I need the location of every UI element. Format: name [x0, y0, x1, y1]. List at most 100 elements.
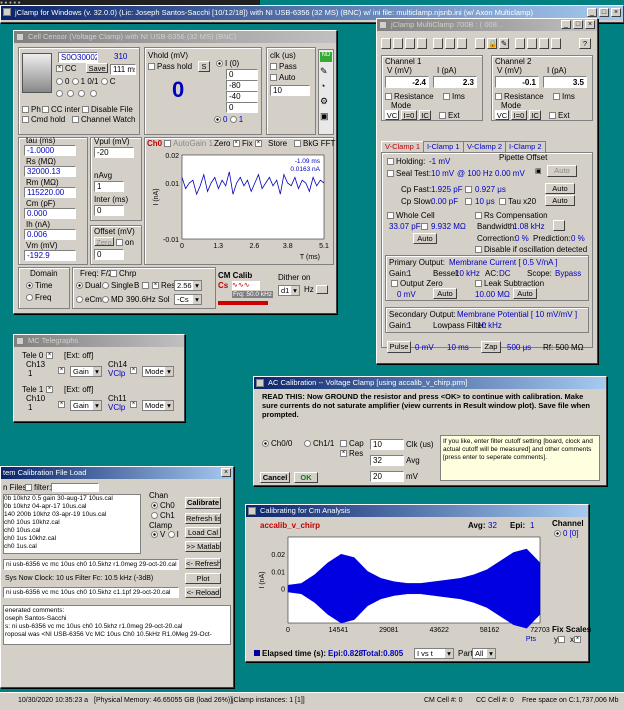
channel-watch-checkbox[interactable]: Channel Watch	[72, 115, 135, 124]
zap-button[interactable]: Zap	[481, 341, 501, 353]
sys-close-button[interactable]: ×	[221, 468, 231, 477]
tele0-checkbox[interactable]: ×	[46, 351, 55, 360]
radio-row-top[interactable]: 0 1 0/1 C	[56, 77, 115, 86]
note-box[interactable]: If you like, enter filter cutoff setting…	[440, 435, 600, 481]
s-button[interactable]: S	[198, 61, 210, 72]
cc-inter-checkbox[interactable]: CC inter	[42, 105, 80, 114]
md-radio[interactable]: MD	[102, 295, 123, 304]
i-opt-1[interactable]: -80	[226, 80, 258, 91]
file-list-item[interactable]: ch0 10us 10khz.cal	[4, 519, 140, 527]
i-opt-2[interactable]: -40	[226, 91, 258, 102]
output-zero-auto-button[interactable]: Auto	[433, 288, 457, 299]
microscope-icon[interactable]: ⚙	[320, 96, 328, 107]
ch2-ic-button[interactable]: IC	[529, 110, 541, 120]
cp-slow-auto-button[interactable]: Auto	[545, 195, 575, 206]
ch2-ext-checkbox[interactable]: Ext	[549, 111, 570, 120]
holding-checkbox[interactable]: Holding:	[387, 157, 425, 166]
output-zero-checkbox[interactable]: Output Zero	[391, 279, 443, 288]
whole-cell-checkbox[interactable]: Whole Cell	[387, 211, 435, 220]
file-list-item[interactable]: 0b 10khz 04-apr-17 10us.cal	[4, 503, 140, 511]
refresh-list-button[interactable]: Refresh list	[185, 513, 221, 524]
calibrate-button[interactable]: Calibrate	[185, 497, 221, 509]
ch2-resistance-checkbox[interactable]: Resistance	[495, 92, 544, 101]
store-checkbox[interactable]: Store	[268, 139, 287, 148]
zero-checkbox[interactable]: Zero ×	[214, 139, 242, 148]
freq-radio[interactable]: Freq	[26, 293, 51, 302]
mv-field[interactable]: 20	[370, 471, 404, 482]
plot-button[interactable]: Plot	[185, 573, 221, 584]
minimize-button[interactable]: _	[587, 8, 597, 17]
ch1-radio[interactable]: Ch1	[151, 511, 175, 520]
ch1-ims-checkbox[interactable]: Ims	[443, 92, 465, 101]
leak-sub-auto-button[interactable]: Auto	[513, 288, 537, 299]
bkg-fft-checkbox[interactable]: BkG FFT	[294, 139, 335, 148]
help-button[interactable]: ?	[579, 38, 591, 49]
plot-type-select[interactable]: I vs t	[414, 648, 454, 659]
pipette-auto-button[interactable]: Auto	[547, 165, 577, 177]
wrench-icon[interactable]: ✎	[320, 66, 328, 77]
tool-btn-12[interactable]	[527, 38, 537, 49]
mode-select-1[interactable]: Mode	[142, 366, 174, 377]
file-list-item[interactable]: 0b 10khz 0.5 gain 30-aug-17 10us.cal	[4, 495, 140, 503]
cancel-button[interactable]: Cancel	[260, 472, 290, 483]
autogain-checkbox[interactable]: AutoGain 1	[164, 139, 213, 148]
tool-btn-7[interactable]	[457, 38, 467, 49]
ecm-radio[interactable]: eCm	[76, 295, 102, 304]
gain-checkbox-1[interactable]: ×	[58, 366, 67, 375]
ch1-ic-button[interactable]: IC	[419, 110, 431, 120]
camera-icon[interactable]: ▣	[320, 111, 329, 122]
tab-vclamp2[interactable]: V-Clamp 2	[463, 141, 507, 152]
tool-btn-2[interactable]	[393, 38, 403, 49]
ok-button[interactable]: OK	[294, 472, 318, 483]
res-checkbox[interactable]: × Res	[340, 449, 363, 458]
radio-row-bottom[interactable]	[56, 89, 99, 98]
tool-btn-6[interactable]	[445, 38, 455, 49]
ch2-ims-checkbox[interactable]: Ims	[553, 92, 575, 101]
mode-checkbox-1[interactable]: ×	[130, 366, 139, 375]
filter-field[interactable]	[51, 483, 99, 492]
res-select[interactable]: 2.56	[174, 280, 202, 291]
leak-sub-checkbox[interactable]: Leak Subtraction	[475, 279, 544, 288]
wc-auto-button[interactable]: Auto	[413, 233, 437, 244]
part-select[interactable]: All	[472, 648, 496, 659]
lock-icon[interactable]: 🔒	[487, 38, 497, 49]
avg-field[interactable]: 32	[370, 455, 404, 466]
file-list[interactable]: 0b 10khz 0.5 gain 30-aug-17 10us.cal 0b 1…	[3, 494, 141, 554]
ch2-vc-button[interactable]: VC	[495, 110, 509, 120]
ch1-i0-button[interactable]: I=0	[401, 110, 417, 120]
reload-button[interactable]: <- Reload	[185, 587, 221, 598]
pass-checkbox[interactable]: Pass	[270, 62, 297, 71]
gauge-icon[interactable]: ◔	[320, 81, 325, 91]
offset-field[interactable]: 0	[94, 249, 124, 260]
save-ms-field[interactable]: 111 ms	[110, 64, 136, 75]
gain-checkbox-2[interactable]: ×	[58, 400, 67, 409]
file-list-item[interactable]: ch0 1us.cal	[4, 543, 140, 551]
chrp-checkbox[interactable]: Chrp	[110, 269, 136, 278]
nd-icon[interactable]: ND	[320, 52, 332, 62]
sel2-field[interactable]: ni usb-6356 vc mc 10us ch0 10.5khz c1.1p…	[3, 587, 179, 598]
sol-select[interactable]: -Cs	[174, 294, 202, 305]
load-cal-button[interactable]: Load Cal	[185, 527, 221, 538]
sel1-field[interactable]: ni usb-6356 vc mc 10us ch0 10.5khz r1.0m…	[3, 559, 179, 570]
ch0-radio[interactable]: Ch0	[151, 501, 175, 510]
cap-checkbox[interactable]: Cap	[340, 439, 364, 448]
ch1-resistance-checkbox[interactable]: Resistance	[385, 92, 434, 101]
tool-btn-14[interactable]	[551, 38, 561, 49]
ph-checkbox[interactable]: Ph	[22, 105, 41, 114]
single-radio[interactable]: Single	[102, 281, 133, 290]
offset-zero-button[interactable]: Zero	[94, 237, 114, 246]
fix-x-checkbox[interactable]: x ×	[570, 635, 583, 644]
ch0-radio[interactable]: Ch0/0	[262, 439, 292, 448]
navg-field[interactable]: 1	[94, 181, 124, 192]
tab-vclamp1[interactable]: V-Clamp 1	[381, 141, 425, 152]
file-list-item[interactable]: ch0 1us 10khz.cal	[4, 535, 140, 543]
disable-file-checkbox[interactable]: Disable File	[82, 105, 133, 114]
tool-btn-11[interactable]	[515, 38, 525, 49]
rs-comp-checkbox[interactable]: Rs Compensation	[475, 211, 548, 220]
wc-box[interactable]	[421, 222, 430, 231]
tau-x20-checkbox[interactable]: Tau x20	[499, 197, 536, 206]
pulse-button[interactable]: Pulse	[387, 341, 411, 353]
mc-max-button[interactable]: □	[573, 20, 583, 29]
clk-field[interactable]: 10	[270, 85, 310, 96]
dither-select[interactable]: d1	[278, 285, 300, 296]
